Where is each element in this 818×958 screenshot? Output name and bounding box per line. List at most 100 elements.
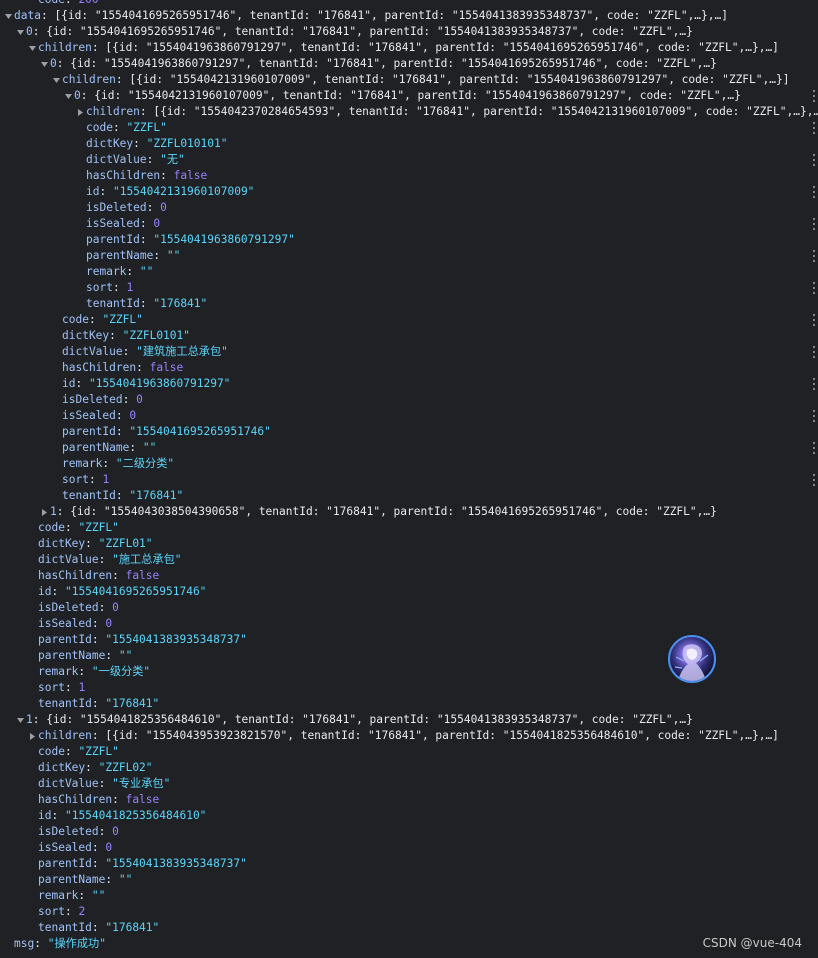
- triangle-down-icon[interactable]: [16, 712, 26, 728]
- dot: [813, 164, 815, 166]
- vertical-dots-icon[interactable]: [813, 313, 816, 327]
- json-value: 0: [160, 201, 167, 214]
- arrow-spacer: [28, 840, 38, 856]
- key-separator: :: [109, 329, 123, 342]
- dot: [813, 95, 815, 97]
- json-value: "ZZFL": [102, 313, 143, 326]
- vertical-dots-icon[interactable]: [813, 409, 816, 423]
- key-separator: :: [64, 681, 79, 694]
- key-separator: :: [91, 921, 106, 934]
- key-separator: :: [85, 537, 99, 550]
- floating-avatar[interactable]: [668, 635, 716, 683]
- json-value: false: [125, 793, 160, 806]
- json-property-row: dictValue: "施工总承包": [0, 552, 818, 568]
- json-node-row[interactable]: 0: {id: "1554041963860791297", tenantId:…: [0, 56, 818, 72]
- json-value: "ZZFL": [78, 745, 119, 758]
- arrow-spacer: [52, 440, 62, 456]
- key-separator: :: [85, 761, 99, 774]
- json-property-row: parentName: "": [0, 440, 818, 456]
- json-value: 0: [105, 841, 113, 854]
- dot: [813, 255, 815, 257]
- json-value: "ZZFL0101": [122, 329, 190, 342]
- key-separator: :: [91, 633, 106, 646]
- arrow-spacer: [76, 184, 86, 200]
- key-separator: :: [91, 617, 106, 630]
- json-node-row[interactable]: children: [{id: "1554042370284654593", t…: [0, 104, 818, 120]
- json-property-row: hasChildren: false: [0, 168, 818, 184]
- json-value: "建筑施工总承包": [136, 345, 228, 358]
- triangle-right-icon[interactable]: [40, 504, 50, 520]
- key-separator: :: [115, 73, 130, 86]
- json-property-row: code: "ZZFL": [0, 120, 818, 136]
- json-value: "ZZFL01": [98, 537, 153, 550]
- dot: [813, 186, 815, 188]
- json-property-row: remark: "": [0, 264, 818, 280]
- dot: [813, 196, 815, 198]
- arrow-spacer: [52, 456, 62, 472]
- triangle-right-icon[interactable]: [76, 104, 86, 120]
- json-value: "1554041695265951746": [64, 585, 207, 598]
- json-key: tenantId: [62, 489, 116, 502]
- json-node-row[interactable]: 1: {id: "1554041825356484610", tenantId:…: [0, 712, 818, 728]
- key-separator: :: [56, 57, 71, 70]
- vertical-dots-icon[interactable]: [813, 153, 816, 167]
- json-node-row[interactable]: children: [{id: "1554043953923821570", t…: [0, 728, 818, 744]
- key-separator: :: [129, 441, 143, 454]
- triangle-down-icon[interactable]: [28, 40, 38, 56]
- json-summary: [{id: "1554042370284654593", tenantId: "…: [153, 105, 818, 118]
- vertical-dots-icon[interactable]: [813, 185, 816, 199]
- vertical-dots-icon[interactable]: [813, 441, 816, 455]
- json-key: dictValue: [38, 777, 99, 790]
- avatar-figure: [674, 644, 709, 681]
- json-node-row[interactable]: 0: {id: "1554041695265951746", tenantId:…: [0, 24, 818, 40]
- triangle-down-icon[interactable]: [16, 24, 26, 40]
- json-value: "176841": [129, 489, 184, 502]
- vertical-dots-icon[interactable]: [813, 345, 816, 359]
- json-node-row[interactable]: 1: {id: "1554043038504390658", tenantId:…: [0, 504, 818, 520]
- key-separator: :: [102, 457, 116, 470]
- json-node-row[interactable]: data: [{id: "1554041695265951746", tenan…: [0, 8, 818, 24]
- json-property-row: dictKey: "ZZFL0101": [0, 328, 818, 344]
- json-node-row[interactable]: children: [{id: "1554041963860791297", t…: [0, 40, 818, 56]
- json-node-row[interactable]: children: [{id: "1554042131960107009", t…: [0, 72, 818, 88]
- json-property-row: isDeleted: 0: [0, 392, 818, 408]
- json-key: dictKey: [38, 537, 86, 550]
- json-key: dictValue: [62, 345, 123, 358]
- vertical-dots-icon[interactable]: [813, 249, 816, 263]
- vertical-dots-icon[interactable]: [813, 217, 816, 231]
- vertical-dots-icon[interactable]: [813, 473, 816, 487]
- dot: [813, 287, 815, 289]
- arrow-spacer: [76, 296, 86, 312]
- dot: [813, 479, 815, 481]
- json-value: 200: [78, 0, 98, 6]
- json-summary: [{id: "1554041963860791297", tenantId: "…: [105, 41, 779, 54]
- triangle-right-icon[interactable]: [28, 728, 38, 744]
- arrow-spacer: [28, 904, 38, 920]
- json-property-row: parentId: "1554041695265951746": [0, 424, 818, 440]
- arrow-spacer: [76, 120, 86, 136]
- arrow-spacer: [28, 536, 38, 552]
- key-separator: :: [98, 553, 113, 566]
- vertical-dots-icon[interactable]: [813, 377, 816, 391]
- json-key: children: [62, 73, 116, 86]
- json-property-row: code: "ZZFL": [0, 520, 818, 536]
- vertical-dots-icon[interactable]: [813, 281, 816, 295]
- triangle-down-icon[interactable]: [4, 8, 14, 24]
- dot: [813, 452, 815, 454]
- key-separator: :: [78, 665, 92, 678]
- json-key: code: [62, 313, 89, 326]
- json-property-row: tenantId: "176841": [0, 696, 818, 712]
- key-separator: :: [91, 729, 106, 742]
- json-key: isSealed: [86, 217, 140, 230]
- json-property-row: parentName: "": [0, 872, 818, 888]
- triangle-down-icon[interactable]: [40, 56, 50, 72]
- json-summary: {id: "1554041963860791297", tenantId: "1…: [70, 57, 717, 70]
- json-node-row[interactable]: 0: {id: "1554042131960107009", tenantId:…: [0, 88, 818, 104]
- key-separator: :: [91, 697, 106, 710]
- key-separator: :: [40, 9, 55, 22]
- vertical-dots-icon[interactable]: [813, 121, 816, 135]
- vertical-dots-icon[interactable]: [813, 89, 816, 103]
- triangle-down-icon[interactable]: [64, 88, 74, 104]
- json-value: "ZZFL": [78, 521, 119, 534]
- triangle-down-icon[interactable]: [52, 72, 62, 88]
